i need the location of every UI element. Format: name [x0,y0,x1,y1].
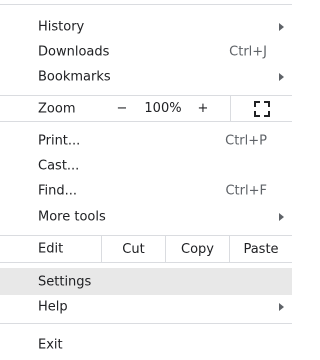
cut-label: Cut [122,241,145,257]
menu-item-label: More tools [38,209,106,224]
separator [0,262,292,263]
menu-item-shortcut: Ctrl+J [229,44,267,59]
menu-item-exit[interactable]: Exit [0,332,292,357]
zoom-out-button[interactable]: − [104,96,140,121]
copy-button[interactable]: Copy [166,236,229,262]
menu-item-label: Bookmarks [38,69,111,84]
submenu-arrow-icon [279,22,284,31]
paste-button[interactable]: Paste [230,236,292,262]
fullscreen-button[interactable] [231,96,292,121]
menu-item-label: History [38,19,85,34]
menu-item-more-tools[interactable]: More tools [0,204,292,229]
menu-item-downloads[interactable]: Downloads Ctrl+J [0,39,292,64]
menu-item-find[interactable]: Find... Ctrl+F [0,178,292,203]
submenu-arrow-icon [279,72,284,81]
menu-item-label: Settings [38,274,92,289]
separator [0,323,292,324]
menu-item-label: Print... [38,133,81,148]
menu-item-label: Downloads [38,44,110,59]
separator [0,121,292,122]
zoom-row: Zoom − 100% + [0,96,292,121]
fullscreen-icon [253,100,270,117]
zoom-level: 100% [140,96,186,121]
copy-label: Copy [181,241,214,257]
zoom-value: 100% [144,101,182,116]
separator [0,4,292,5]
menu-item-shortcut: Ctrl+P [225,133,267,148]
menu-item-shortcut: Ctrl+F [225,183,267,198]
menu-item-label: Cast... [38,158,80,173]
plus-icon: + [197,101,209,116]
menu-item-label: Find... [38,183,78,198]
zoom-label: Zoom [38,101,76,117]
menu-item-cast[interactable]: Cast... [0,153,292,178]
menu-item-print[interactable]: Print... Ctrl+P [0,128,292,153]
menu-item-history[interactable]: History [0,14,292,39]
menu-item-settings[interactable]: Settings [0,268,292,295]
submenu-arrow-icon [279,212,284,221]
menu-item-label: Help [38,299,68,314]
edit-row: Edit Cut Copy Paste [0,236,292,262]
zoom-in-button[interactable]: + [186,96,220,121]
minus-icon: − [116,101,128,116]
cut-button[interactable]: Cut [102,236,165,262]
menu-item-label: Exit [38,337,63,352]
menu-item-bookmarks[interactable]: Bookmarks [0,64,292,89]
paste-label: Paste [243,241,279,257]
submenu-arrow-icon [279,302,284,311]
edit-label: Edit [38,241,64,257]
menu-item-help[interactable]: Help [0,294,292,319]
